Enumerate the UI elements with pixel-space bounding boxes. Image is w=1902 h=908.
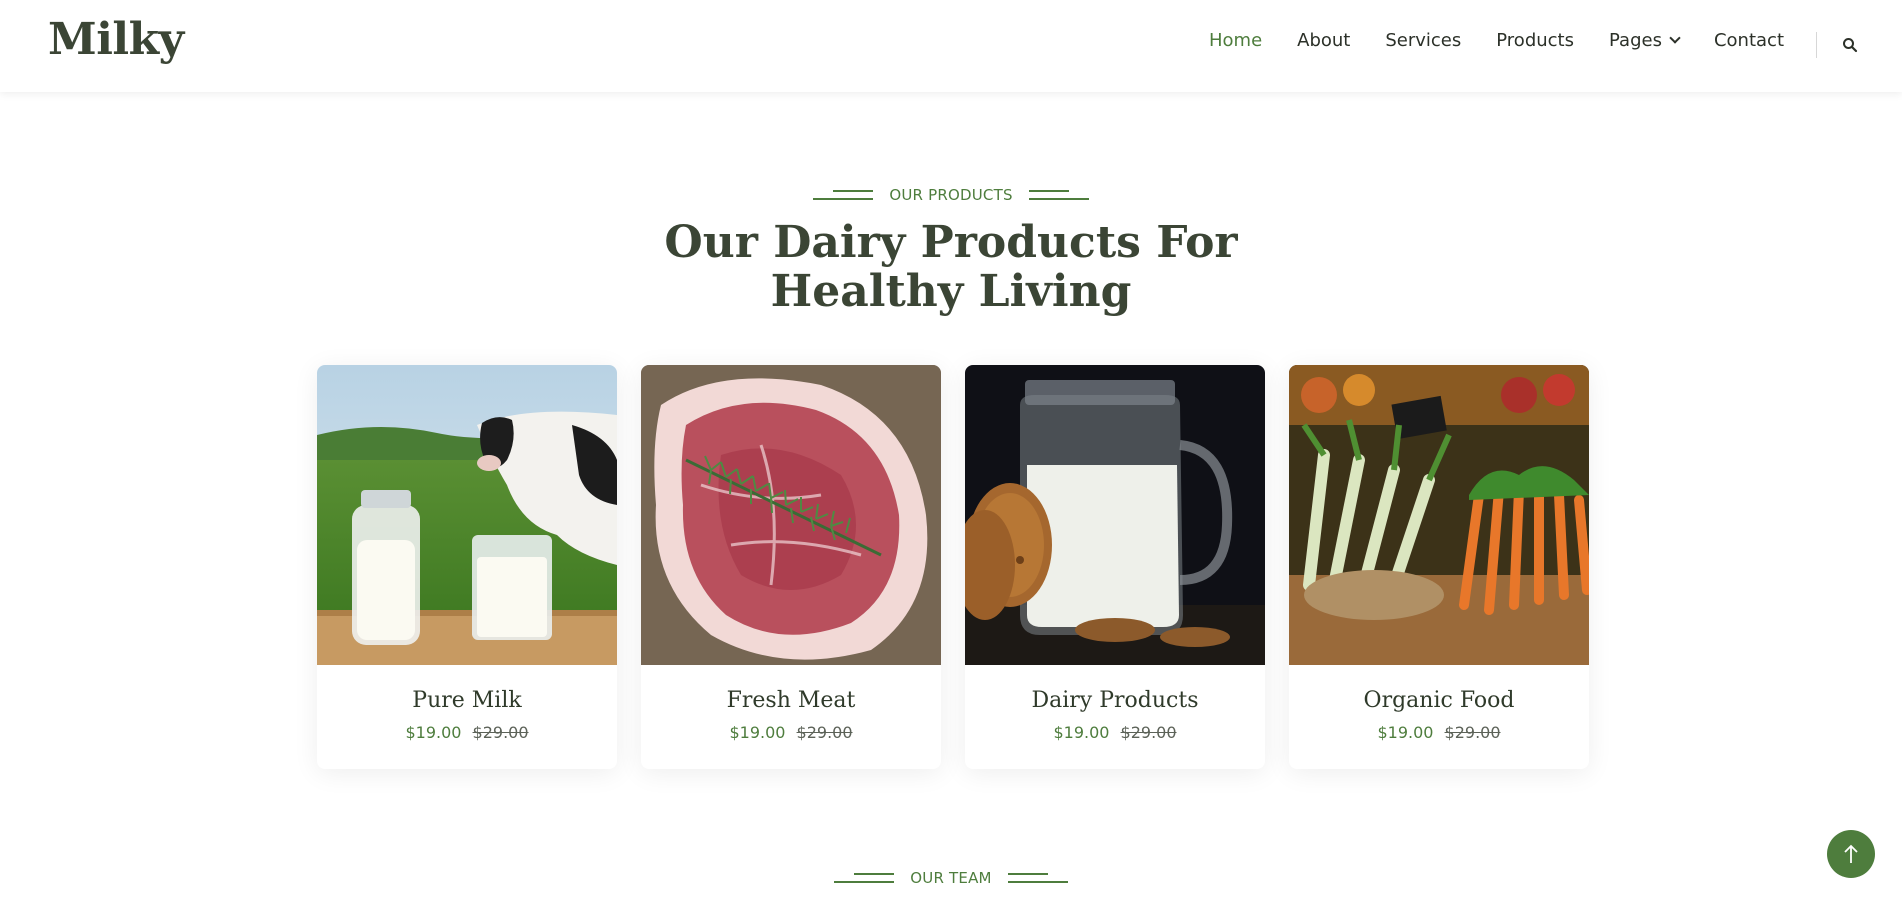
nav-item-home[interactable]: Home — [1209, 30, 1262, 51]
eyebrow-decoration — [1028, 190, 1089, 200]
eyebrow-decoration — [1007, 873, 1068, 883]
nav-label: About — [1297, 30, 1351, 51]
nav-label: Contact — [1713, 30, 1784, 51]
site-header: Milky Home About Services Products Pages… — [0, 0, 1902, 92]
eyebrow-label: OUR PRODUCTS — [889, 186, 1013, 204]
products-eyebrow: OUR PRODUCTS — [0, 186, 1902, 204]
main-nav: Home About Services Products Pages Conta… — [1174, 30, 1784, 51]
product-grid: Pure Milk $19.00 $29.00 Fresh Meat $19.0… — [317, 365, 1589, 769]
vegetables-market-image[interactable] — [1289, 365, 1589, 665]
search-icon[interactable] — [1842, 37, 1858, 53]
product-card-fresh-meat[interactable]: Fresh Meat $19.00 $29.00 — [641, 365, 941, 769]
product-price: $19.00 — [1377, 723, 1434, 742]
team-eyebrow: OUR TEAM — [0, 869, 1902, 887]
product-prices: $19.00 $29.00 — [641, 723, 941, 742]
product-prices: $19.00 $29.00 — [317, 723, 617, 742]
product-card-dairy-products[interactable]: Dairy Products $19.00 $29.00 — [965, 365, 1265, 769]
nav-item-services[interactable]: Services — [1385, 30, 1461, 51]
product-price: $19.00 — [405, 723, 462, 742]
nav-item-products[interactable]: Products — [1496, 30, 1574, 51]
nav-label: Pages — [1609, 30, 1662, 51]
product-old-price: $29.00 — [1444, 723, 1501, 742]
milk-jar-cookies-image[interactable] — [965, 365, 1265, 665]
product-price: $19.00 — [729, 723, 786, 742]
product-old-price: $29.00 — [1120, 723, 1177, 742]
product-name[interactable]: Dairy Products — [965, 688, 1265, 713]
nav-item-pages[interactable]: Pages — [1609, 30, 1681, 51]
product-name[interactable]: Pure Milk — [317, 688, 617, 713]
product-prices: $19.00 $29.00 — [1289, 723, 1589, 742]
nav-label: Home — [1208, 30, 1263, 51]
chevron-down-icon — [1669, 32, 1681, 44]
arrow-up-icon — [1844, 844, 1858, 863]
nav-divider — [1816, 32, 1817, 58]
section-title-line-1: Our Dairy Products For — [664, 217, 1238, 268]
back-to-top-button[interactable] — [1827, 830, 1875, 878]
eyebrow-decoration — [813, 190, 874, 200]
product-old-price: $29.00 — [796, 723, 853, 742]
product-card-pure-milk[interactable]: Pure Milk $19.00 $29.00 — [317, 365, 617, 769]
eyebrow-decoration — [834, 873, 895, 883]
nav-label: Products — [1496, 30, 1574, 51]
product-name[interactable]: Organic Food — [1289, 688, 1589, 713]
nav-item-contact[interactable]: Contact — [1714, 30, 1784, 51]
product-old-price: $29.00 — [472, 723, 529, 742]
nav-label: Services — [1385, 30, 1462, 51]
product-prices: $19.00 $29.00 — [965, 723, 1265, 742]
site-logo[interactable]: Milky — [48, 14, 184, 65]
section-title: Our Dairy Products For Healthy Living — [0, 218, 1902, 316]
raw-steak-image[interactable] — [641, 365, 941, 665]
section-title-line-2: Healthy Living — [770, 266, 1132, 317]
product-name[interactable]: Fresh Meat — [641, 688, 941, 713]
nav-item-about[interactable]: About — [1297, 30, 1350, 51]
milk-bottles-cow-image[interactable] — [317, 365, 617, 665]
product-price: $19.00 — [1053, 723, 1110, 742]
product-card-organic-food[interactable]: Organic Food $19.00 $29.00 — [1289, 365, 1589, 769]
eyebrow-label: OUR TEAM — [910, 869, 992, 887]
